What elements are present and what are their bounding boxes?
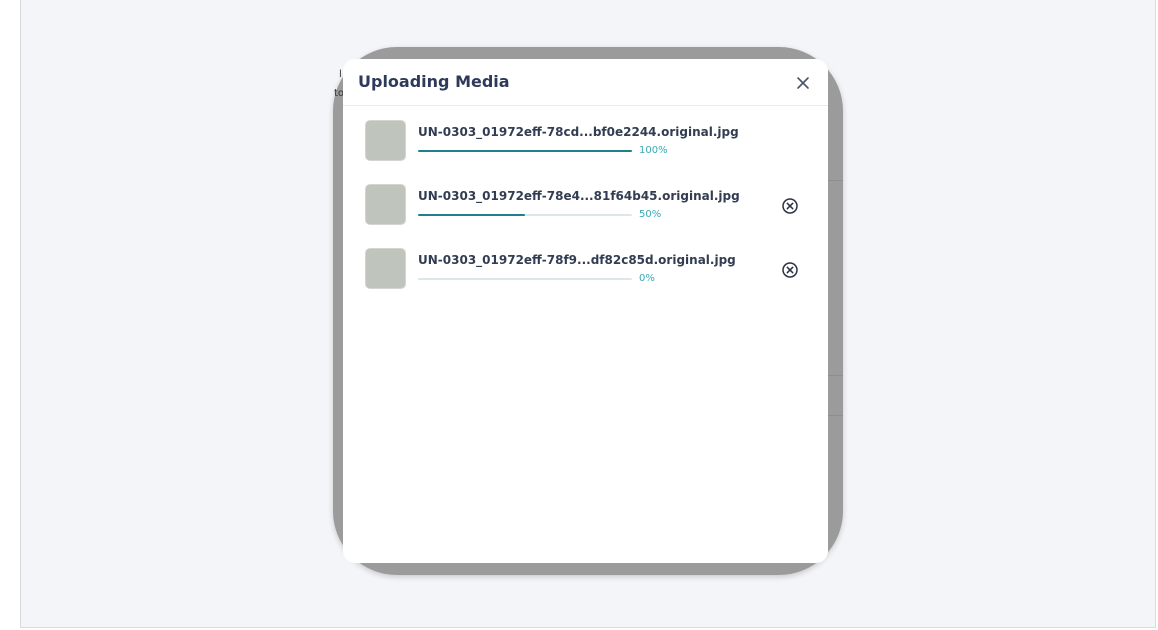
cancel-circle-icon xyxy=(782,262,798,278)
file-thumbnail xyxy=(365,248,406,289)
progress-percent: 50% xyxy=(639,209,662,220)
progress-bar xyxy=(418,278,632,280)
progress-percent: 0% xyxy=(639,273,655,284)
progress-bar xyxy=(418,150,632,152)
progress-percent: 100% xyxy=(639,145,668,156)
file-thumbnail xyxy=(365,120,406,161)
file-name: UN-0303_01972eff-78f9...df82c85d.origina… xyxy=(418,253,736,267)
close-icon xyxy=(797,77,809,89)
file-thumbnail xyxy=(365,184,406,225)
background-text: l xyxy=(339,69,342,80)
cancel-upload-button[interactable] xyxy=(781,261,799,279)
upload-item: UN-0303_01972eff-78cd...bf0e2244.origina… xyxy=(365,120,805,164)
dialog-title: Uploading Media xyxy=(358,72,510,91)
file-name: UN-0303_01972eff-78e4...81f64b45.origina… xyxy=(418,189,740,203)
progress-fill xyxy=(418,214,525,216)
close-button[interactable] xyxy=(796,75,810,89)
dialog-header: Uploading Media xyxy=(343,59,828,106)
cancel-upload-button[interactable] xyxy=(781,197,799,215)
upload-item: UN-0303_01972eff-78e4...81f64b45.origina… xyxy=(365,184,805,228)
upload-item: UN-0303_01972eff-78f9...df82c85d.origina… xyxy=(365,248,805,292)
progress-bar xyxy=(418,214,632,216)
uploading-media-dialog: Uploading Media UN-0303_01972eff-78cd...… xyxy=(343,59,828,563)
cancel-circle-icon xyxy=(782,198,798,214)
file-name: UN-0303_01972eff-78cd...bf0e2244.origina… xyxy=(418,125,739,139)
progress-fill xyxy=(418,150,632,152)
